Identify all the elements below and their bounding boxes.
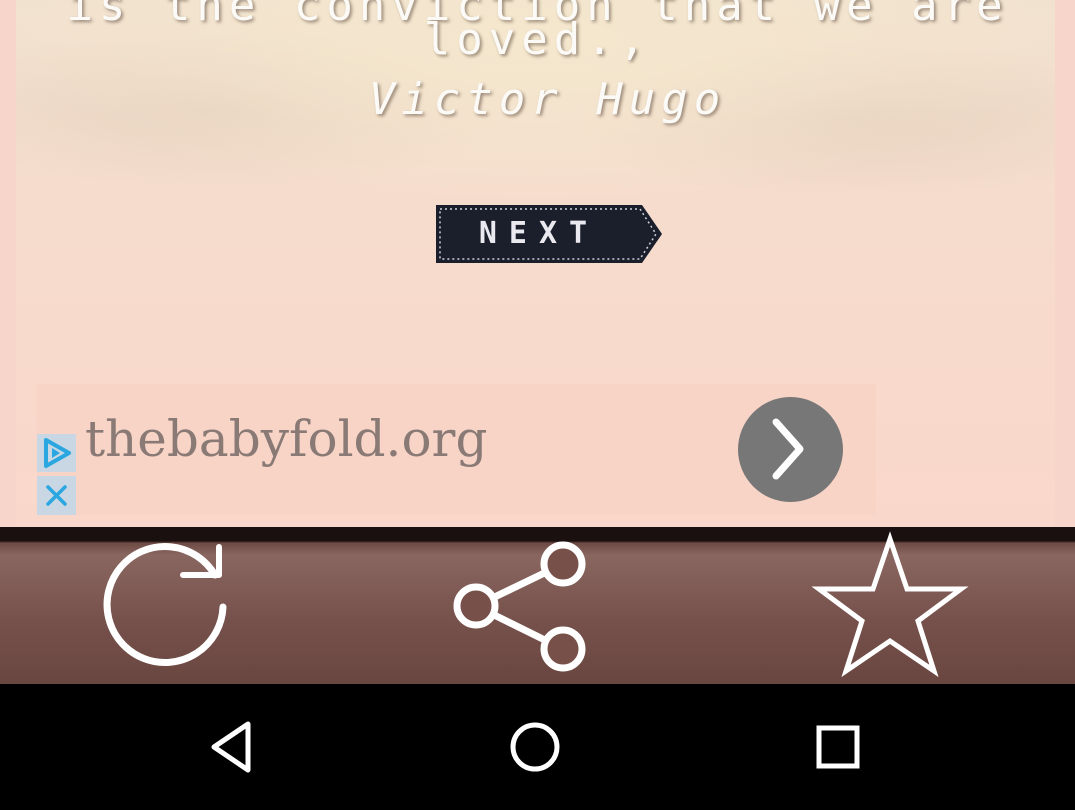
home-icon (510, 722, 560, 772)
recents-button[interactable] (808, 717, 868, 777)
bottom-toolbar (0, 527, 1075, 684)
share-icon (453, 541, 586, 672)
star-icon (811, 531, 969, 678)
back-icon (211, 721, 251, 773)
next-button-label: NEXT (478, 216, 600, 251)
quote-text: loved., (423, 14, 652, 65)
ad-domain-text: thebabyfold.org (85, 410, 488, 468)
ad-banner[interactable]: thebabyfold.org (37, 384, 876, 515)
ad-open-button[interactable] (738, 397, 843, 502)
refresh-button[interactable] (80, 527, 250, 684)
ad-close-icon[interactable] (37, 476, 76, 515)
home-button[interactable] (505, 717, 565, 777)
quote-content-area: is the conviction that we are loved., Vi… (0, 0, 1075, 527)
system-nav-bar (0, 684, 1075, 810)
back-button[interactable] (200, 714, 266, 780)
refresh-icon (103, 543, 227, 666)
recents-icon (816, 725, 860, 769)
chevron-right-icon (772, 418, 804, 480)
share-button[interactable] (440, 527, 610, 684)
quote-author: Victor Hugo (368, 74, 727, 125)
favorite-button[interactable] (806, 527, 976, 684)
next-button[interactable]: NEXT (436, 205, 662, 263)
adchoices-icon[interactable] (37, 434, 76, 472)
